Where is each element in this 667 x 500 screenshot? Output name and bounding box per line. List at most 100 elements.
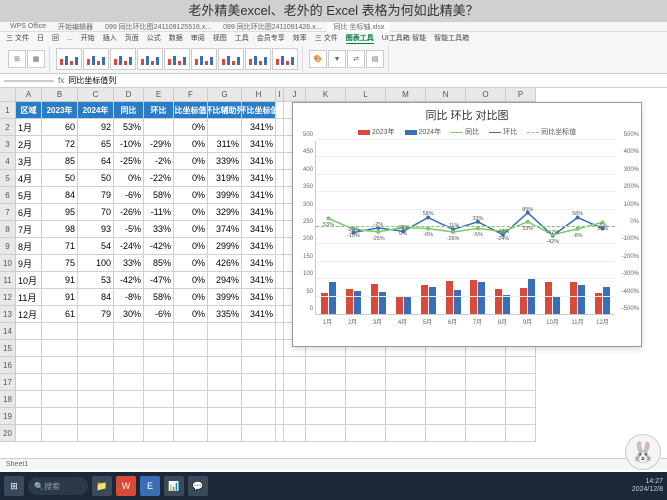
cell[interactable]: 33%: [114, 255, 144, 272]
cell[interactable]: 2月: [16, 136, 42, 153]
cell[interactable]: 53: [78, 272, 114, 289]
quick-layout-button[interactable]: ▦: [27, 50, 45, 68]
cell[interactable]: 399%: [208, 187, 242, 204]
cell[interactable]: 341%: [242, 221, 276, 238]
change-color-button[interactable]: 🎨: [309, 50, 327, 68]
cell[interactable]: 53%: [114, 119, 144, 136]
menu-12[interactable]: 会员专享: [257, 33, 285, 43]
col-header-O[interactable]: O: [466, 88, 506, 102]
cell[interactable]: 341%: [242, 119, 276, 136]
cell[interactable]: 6月: [16, 204, 42, 221]
col-header-G[interactable]: G: [208, 88, 242, 102]
cell[interactable]: 11月: [16, 289, 42, 306]
cell[interactable]: 1月: [16, 119, 42, 136]
cell[interactable]: 341%: [242, 255, 276, 272]
doc-tab-3[interactable]: 同比 坐标轴.xlsx: [327, 22, 390, 32]
cell[interactable]: 9月: [16, 255, 42, 272]
switch-rowcol-button[interactable]: ⇄: [347, 50, 365, 68]
cell[interactable]: 0%: [114, 170, 144, 187]
cell[interactable]: 294%: [208, 272, 242, 289]
col-header-P[interactable]: P: [506, 88, 536, 102]
menu-10[interactable]: 视图: [213, 33, 227, 43]
menu-7[interactable]: 公式: [147, 33, 161, 43]
cell[interactable]: 299%: [208, 238, 242, 255]
cell[interactable]: 75: [42, 255, 78, 272]
cell[interactable]: 100: [78, 255, 114, 272]
chart-style-0[interactable]: [56, 48, 82, 70]
cell[interactable]: 84: [78, 289, 114, 306]
cell[interactable]: -10%: [114, 136, 144, 153]
cell[interactable]: 0%: [174, 238, 208, 255]
table-header[interactable]: 同比: [114, 102, 144, 119]
doc-tab-1[interactable]: 099 同比环比图241109125516.x...: [99, 22, 217, 32]
cell[interactable]: 341%: [242, 306, 276, 323]
cell[interactable]: 329%: [208, 204, 242, 221]
cell[interactable]: -47%: [144, 272, 174, 289]
menu-1[interactable]: 日: [37, 33, 44, 43]
cell[interactable]: 85: [42, 153, 78, 170]
cell[interactable]: -29%: [144, 136, 174, 153]
cell[interactable]: -6%: [114, 187, 144, 204]
cell[interactable]: 0%: [174, 187, 208, 204]
cell[interactable]: 64: [78, 153, 114, 170]
cell[interactable]: 0%: [174, 289, 208, 306]
cell[interactable]: 0%: [174, 119, 208, 136]
formula-content[interactable]: 同比坐标值列: [68, 75, 116, 86]
chart-style-7[interactable]: [245, 48, 271, 70]
menu-11[interactable]: 工具: [235, 33, 249, 43]
cell[interactable]: -2%: [144, 153, 174, 170]
cell[interactable]: -42%: [144, 238, 174, 255]
col-header-C[interactable]: C: [78, 88, 114, 102]
task-app-2[interactable]: W: [116, 476, 136, 496]
cell[interactable]: 0%: [174, 272, 208, 289]
col-header-A[interactable]: A: [16, 88, 42, 102]
select-data-button[interactable]: ▼: [328, 50, 346, 68]
cell[interactable]: 58%: [144, 187, 174, 204]
cell[interactable]: [144, 119, 174, 136]
cell[interactable]: 61: [42, 306, 78, 323]
cell[interactable]: 311%: [208, 136, 242, 153]
menu-15[interactable]: 图表工具: [346, 33, 374, 44]
cell[interactable]: 50: [78, 170, 114, 187]
table-header[interactable]: 环比坐标值: [242, 102, 276, 119]
taskbar-clock[interactable]: 14:272024/12/8: [632, 478, 663, 493]
taskbar-search[interactable]: 🔍 搜索: [28, 477, 88, 495]
cell[interactable]: 8月: [16, 238, 42, 255]
col-header-F[interactable]: F: [174, 88, 208, 102]
cell[interactable]: 98: [42, 221, 78, 238]
cell[interactable]: 7月: [16, 221, 42, 238]
cell[interactable]: 0%: [174, 204, 208, 221]
menu-2[interactable]: 回: [52, 33, 59, 43]
chart-style-8[interactable]: [272, 48, 298, 70]
start-button[interactable]: ⊞: [4, 476, 24, 496]
cell[interactable]: 341%: [242, 136, 276, 153]
cell[interactable]: 341%: [242, 170, 276, 187]
col-header-I[interactable]: I: [276, 88, 284, 102]
col-header-K[interactable]: K: [306, 88, 346, 102]
col-header-L[interactable]: L: [346, 88, 386, 102]
cell[interactable]: 33%: [144, 221, 174, 238]
cell[interactable]: 54: [78, 238, 114, 255]
cell[interactable]: -42%: [114, 272, 144, 289]
table-header[interactable]: 区域: [16, 102, 42, 119]
doc-tab-2[interactable]: 099 同比环比图2411091426.x...: [217, 22, 327, 32]
cell[interactable]: 0%: [174, 136, 208, 153]
menu-17[interactable]: 智能工具箱: [434, 33, 469, 43]
col-header-E[interactable]: E: [144, 88, 174, 102]
menu-16[interactable]: UI工具箱·智能: [382, 33, 426, 43]
cell[interactable]: 60: [42, 119, 78, 136]
col-header-N[interactable]: N: [426, 88, 466, 102]
menu-3[interactable]: ...: [67, 35, 73, 42]
cell[interactable]: -6%: [144, 306, 174, 323]
cell[interactable]: -22%: [144, 170, 174, 187]
cell[interactable]: 12月: [16, 306, 42, 323]
col-header-M[interactable]: M: [386, 88, 426, 102]
cell[interactable]: 5月: [16, 187, 42, 204]
cell[interactable]: 426%: [208, 255, 242, 272]
cell[interactable]: 85%: [144, 255, 174, 272]
cell[interactable]: 0%: [174, 153, 208, 170]
table-header[interactable]: 2024年: [78, 102, 114, 119]
cell[interactable]: 91: [42, 289, 78, 306]
cell[interactable]: 374%: [208, 221, 242, 238]
col-header-B[interactable]: B: [42, 88, 78, 102]
